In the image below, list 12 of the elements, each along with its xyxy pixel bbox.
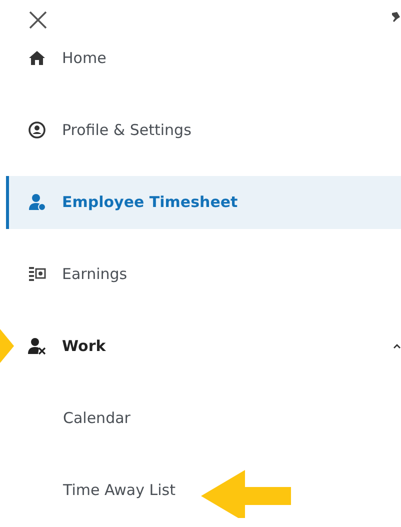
menu-item[interactable]: Work: [15, 320, 401, 372]
close-icon[interactable]: [28, 10, 48, 30]
menu-item[interactable]: Profile & Settings: [6, 104, 401, 156]
pin-icon[interactable]: [391, 11, 401, 23]
menu-item[interactable]: Home: [6, 32, 401, 84]
chevron-up-icon[interactable]: [393, 343, 401, 349]
user-circle-icon: [28, 121, 46, 139]
menu-item[interactable]: Time Away List: [6, 464, 401, 516]
menu-item[interactable]: Employee Timesheet: [6, 176, 401, 228]
menu-item[interactable]: Calendar: [6, 392, 401, 444]
home-icon: [28, 49, 46, 67]
menu-item[interactable]: Earnings: [6, 248, 401, 300]
